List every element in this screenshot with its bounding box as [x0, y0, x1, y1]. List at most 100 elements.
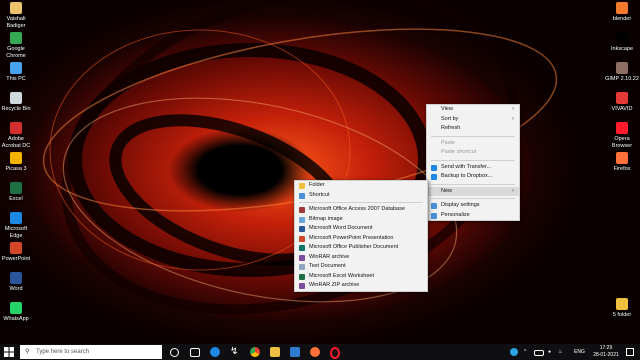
- winrar-archive-icon: [299, 254, 305, 261]
- battery-icon[interactable]: [534, 350, 544, 356]
- taskbar-search-box[interactable]: ⚲ Type here to search: [20, 345, 162, 359]
- desktop-icon-adobe-acrobat-dc[interactable]: Adobe Acrobat DC: [0, 122, 34, 149]
- menu-item-send-with-transfer[interactable]: Send with Transfer...: [427, 163, 519, 173]
- clock-date: 28-01-2021: [593, 352, 619, 358]
- desktop-icon-whatsapp[interactable]: WhatsApp: [0, 302, 34, 323]
- desktop-icon-this-pc[interactable]: This PC: [0, 62, 34, 83]
- sketch-taskbar-icon[interactable]: ↯: [230, 347, 240, 357]
- powerpoint-icon: [10, 242, 22, 254]
- language-indicator[interactable]: ENG: [574, 344, 585, 360]
- vaishali-badiger-icon: [10, 2, 22, 14]
- display-settings-icon: [431, 203, 437, 209]
- desktop-icon-label: GIMP 2.10.22: [605, 76, 639, 82]
- mail-icon[interactable]: [290, 347, 300, 357]
- menu-item-backup-to-dropbox[interactable]: Backup to Dropbox...: [427, 172, 519, 182]
- opera-taskbar-icon[interactable]: [330, 347, 340, 359]
- new-item-microsoft-word-document[interactable]: Microsoft Word Document: [295, 224, 427, 234]
- microsoft-word-document-icon: [299, 226, 305, 232]
- desktop-icon-label: PowerPoint: [1, 256, 31, 262]
- firefox-taskbar-icon[interactable]: [310, 347, 320, 357]
- bitmap-image-icon: [299, 216, 305, 223]
- menu-item-label: Shortcut: [309, 191, 330, 198]
- notifications-icon[interactable]: [626, 348, 634, 356]
- menu-item-label: Backup to Dropbox...: [441, 173, 493, 179]
- desktop-icon-picasa-3[interactable]: Picasa 3: [0, 152, 34, 173]
- microsoft-office-access-2007-database-icon: [299, 207, 305, 213]
- desktop-icon-inkscape[interactable]: Inkscape: [604, 32, 640, 53]
- cortana-icon[interactable]: [170, 348, 179, 357]
- desktop-icon-opera-browser[interactable]: Opera Browser: [604, 122, 640, 149]
- network-icon[interactable]: [510, 348, 518, 356]
- search-icon: ⚲: [25, 349, 30, 355]
- search-placeholder: Type here to search: [36, 349, 90, 355]
- desktop-icon-label: 5 folder: [612, 312, 632, 318]
- menu-item-label: Microsoft Office Access 2007 Database: [309, 206, 405, 212]
- new-item-microsoft-office-access-2007-database[interactable]: Microsoft Office Access 2007 Database: [295, 205, 427, 215]
- new-item-text-document[interactable]: Text Document: [295, 262, 427, 272]
- menu-item-paste[interactable]: Paste: [427, 139, 519, 149]
- desktop-icon-google-chrome[interactable]: Google Chrome: [0, 32, 34, 59]
- menu-item-refresh[interactable]: Refresh: [427, 124, 519, 134]
- start-button[interactable]: [4, 347, 14, 357]
- desktop-icon-gimp-2-10-22[interactable]: GIMP 2.10.22: [604, 62, 640, 83]
- desktop-icon-label: This PC: [6, 76, 26, 82]
- new-item-shortcut[interactable]: Shortcut: [295, 191, 427, 201]
- menu-item-display-settings[interactable]: Display settings: [427, 201, 519, 211]
- desktop-icon-powerpoint[interactable]: PowerPoint: [0, 242, 34, 263]
- inkscape-icon: [616, 32, 628, 44]
- winrar-zip-archive-icon: [299, 283, 305, 289]
- microsoft-powerpoint-presentation-icon: [299, 235, 305, 242]
- chrome-taskbar-icon[interactable]: [250, 347, 260, 357]
- desktop-icon-label: Vaishali Badiger: [6, 16, 26, 29]
- tray-chevron-icon[interactable]: ^: [524, 344, 526, 360]
- file-explorer-icon[interactable]: [270, 347, 280, 357]
- menu-item-new[interactable]: New ›: [427, 186, 519, 196]
- menu-item-view[interactable]: View ›: [427, 105, 519, 115]
- desktop-icon-vivavid[interactable]: VIVAVID: [604, 92, 640, 113]
- menu-item-personalize[interactable]: Personalize: [427, 211, 519, 221]
- vivavid-icon: [616, 92, 628, 104]
- desktop-icon-vaishali-badiger[interactable]: Vaishali Badiger: [0, 2, 34, 29]
- wallpaper-swirls: [42, 0, 558, 315]
- wifi-icon[interactable]: ●: [548, 344, 551, 360]
- menu-item-label: Microsoft Office Publisher Document: [309, 244, 399, 250]
- menu-item-label: Paste shortcut: [441, 149, 477, 155]
- folder-icon: [299, 183, 305, 189]
- menu-item-sort-by[interactable]: Sort by ›: [427, 115, 519, 125]
- google-chrome-icon: [10, 32, 22, 44]
- new-item-winrar-zip-archive[interactable]: WinRAR ZIP archive: [295, 281, 427, 291]
- desktop-icon-firefox[interactable]: Firefox: [604, 152, 640, 173]
- clock-time: 17:29: [599, 345, 613, 351]
- task-view-icon[interactable]: [190, 348, 200, 357]
- desktop-context-menu: View › Sort by › Refresh Paste Paste shortcut S…: [426, 104, 520, 221]
- menu-item-label: Send with Transfer...: [441, 163, 492, 170]
- volume-icon[interactable]: ♨: [558, 344, 562, 360]
- desktop-icon-label: Recycle Bin: [1, 106, 31, 112]
- new-item-winrar-archive[interactable]: WinRAR archive: [295, 253, 427, 263]
- new-item-microsoft-office-publisher-document[interactable]: Microsoft Office Publisher Document: [295, 243, 427, 253]
- microsoft-office-publisher-document-icon: [299, 245, 305, 251]
- menu-item-label: Text Document: [309, 263, 346, 269]
- desktop-icon-5-folder[interactable]: 5 folder: [604, 298, 640, 319]
- new-item-microsoft-excel-worksheet[interactable]: Microsoft Excel Worksheet: [295, 272, 427, 282]
- clock[interactable]: 17:29 28-01-2021: [590, 345, 622, 359]
- menu-item-paste-shortcut[interactable]: Paste shortcut: [427, 148, 519, 158]
- edge-taskbar-icon[interactable]: [210, 347, 220, 357]
- desktop-icon-blender[interactable]: blender: [604, 2, 640, 23]
- firefox-icon: [616, 152, 628, 164]
- new-item-microsoft-powerpoint-presentation[interactable]: Microsoft PowerPoint Presentation: [295, 234, 427, 244]
- new-item-folder[interactable]: Folder: [295, 181, 427, 191]
- text-document-icon: [299, 264, 305, 270]
- menu-item-label: Bitmap image: [309, 215, 343, 222]
- menu-item-label: Refresh: [441, 125, 461, 131]
- desktop-icon-label: Word: [9, 286, 23, 292]
- desktop-icon-recycle-bin[interactable]: Recycle Bin: [0, 92, 34, 113]
- whatsapp-icon: [10, 302, 22, 314]
- new-item-bitmap-image[interactable]: Bitmap image: [295, 215, 427, 225]
- desktop-icon-microsoft-edge[interactable]: Microsoft Edge: [0, 212, 34, 239]
- desktop-icon-word[interactable]: Word: [0, 272, 34, 293]
- desktop-wallpaper[interactable]: [0, 0, 640, 344]
- menu-item-label: Display settings: [441, 202, 480, 208]
- menu-item-label: Folder: [309, 182, 325, 188]
- desktop-icon-excel[interactable]: Excel: [0, 182, 34, 203]
